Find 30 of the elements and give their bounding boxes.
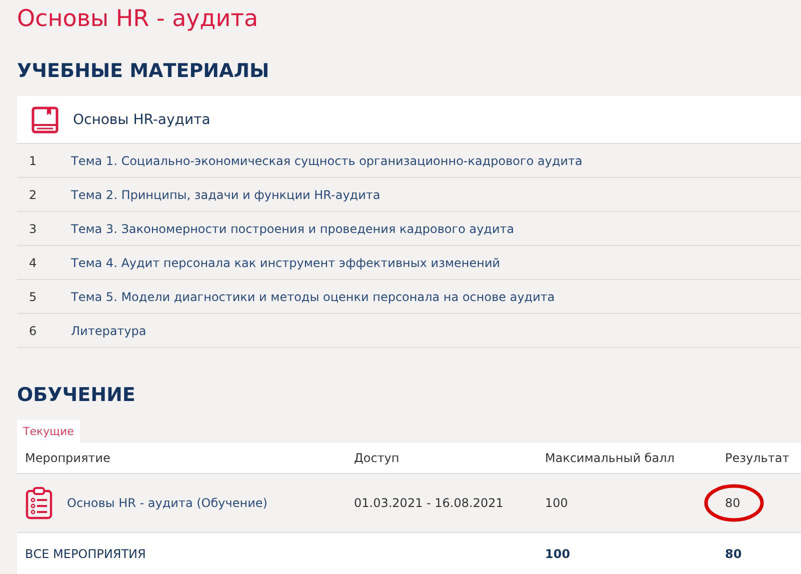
event-link[interactable]: Основы HR - аудита (Обучение): [67, 496, 268, 510]
column-header: Результат: [725, 451, 790, 465]
tab[interactable]: Текущие: [17, 420, 80, 443]
item-number: 6: [28, 324, 38, 338]
item-number: 4: [28, 256, 38, 270]
table-cell-text: 100: [545, 496, 569, 510]
topic-link[interactable]: Тема 4. Аудит персонала как инструмент эффективных изменений: [71, 256, 500, 270]
page-title: Основы HR - аудита: [17, 5, 260, 34]
book-icon: [31, 106, 59, 134]
item-number: 2: [28, 188, 38, 202]
topic-link[interactable]: Тема 3. Закономерности построения и проведения кадрового аудита: [71, 222, 514, 236]
table-cell: 80: [725, 496, 740, 510]
table-cell-text: 80: [725, 546, 743, 560]
column-header: Доступ: [354, 451, 400, 465]
item-number: 3: [28, 222, 38, 236]
checklist-icon: [25, 486, 53, 520]
section-heading: ОБУЧЕНИЕ: [17, 383, 136, 408]
column-header: Мероприятие: [25, 451, 112, 465]
column-header: Максимальный балл: [545, 451, 676, 465]
course-title: Основы HR-аудита: [73, 112, 210, 128]
item-number: 1: [28, 154, 38, 168]
topic-link[interactable]: Тема 1. Социально-экономическая сущность организационно-кадрового аудита: [71, 154, 582, 168]
topic-link[interactable]: Тема 5. Модели диагностики и методы оценки персонала на основе аудита: [71, 290, 555, 304]
topic-link[interactable]: Тема 2. Принципы, задачи и функции HR-аудита: [71, 188, 380, 202]
section-heading: УЧЕБНЫЕ МАТЕРИАЛЫ: [17, 59, 270, 84]
table-cell-text: 01.03.2021 - 16.08.2021: [354, 496, 504, 510]
item-number: 5: [28, 290, 38, 304]
total-label: ВСЕ МЕРОПРИЯТИЯ: [25, 546, 147, 560]
topic-link[interactable]: Литература: [71, 324, 146, 338]
table-cell-text: 100: [545, 546, 572, 560]
